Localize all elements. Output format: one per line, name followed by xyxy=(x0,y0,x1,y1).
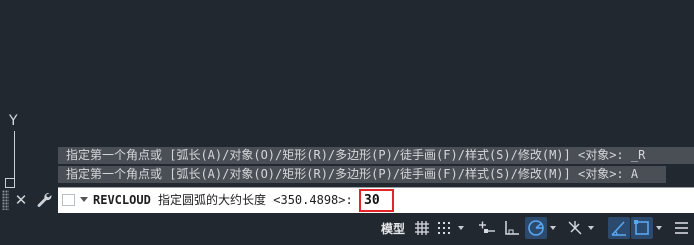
command-history-line: 指定第一个角点或 [弧长(A)/对象(O)/矩形(R)/多边形(P)/徒手画(F… xyxy=(58,147,694,164)
customization-menu-icon[interactable] xyxy=(670,217,692,239)
object-snap-tracking-icon[interactable] xyxy=(608,217,630,239)
chevron-down-icon[interactable] xyxy=(550,226,556,230)
command-name: REVCLOUD xyxy=(93,193,151,207)
model-space-button[interactable]: 模型 xyxy=(379,219,407,239)
ucs-origin-icon xyxy=(5,178,15,188)
close-icon[interactable]: ✕ xyxy=(13,189,29,211)
status-bar: 模型 xyxy=(0,213,694,245)
command-prompt: REVCLOUD 指定圆弧的大约长度 <350.4898>: xyxy=(93,188,353,213)
wrench-icon[interactable] xyxy=(34,190,54,210)
chevron-down-icon[interactable] xyxy=(588,226,594,230)
object-snap-icon[interactable] xyxy=(631,217,653,239)
polar-tracking-icon[interactable] xyxy=(525,217,547,239)
autocad-window: Y 指定第一个角点或 [弧长(A)/对象(O)/矩形(R)/多边形(P)/徒手画… xyxy=(0,0,694,245)
ucs-y-axis-label: Y xyxy=(9,113,18,129)
ortho-mode-icon[interactable] xyxy=(500,217,522,239)
command-line[interactable]: REVCLOUD 指定圆弧的大约长度 <350.4898>: 30 xyxy=(58,187,694,213)
infer-constraints-icon[interactable] xyxy=(476,217,498,239)
snap-mode-icon[interactable] xyxy=(433,217,455,239)
recent-commands-icon[interactable] xyxy=(62,194,75,206)
chevron-down-icon[interactable] xyxy=(656,226,662,230)
command-history-line: 指定第一个角点或 [弧长(A)/对象(O)/矩形(R)/多边形(P)/徒手画(F… xyxy=(58,166,666,183)
command-line-grip-handle[interactable] xyxy=(2,190,9,210)
isometric-drafting-icon[interactable] xyxy=(564,217,586,239)
command-prompt-text: 指定圆弧的大约长度 <350.4898>: xyxy=(150,193,353,207)
command-input-field[interactable]: 30 xyxy=(359,189,394,212)
chevron-down-icon[interactable] xyxy=(80,197,88,202)
chevron-down-icon[interactable] xyxy=(458,226,464,230)
grid-icon[interactable] xyxy=(411,217,433,239)
